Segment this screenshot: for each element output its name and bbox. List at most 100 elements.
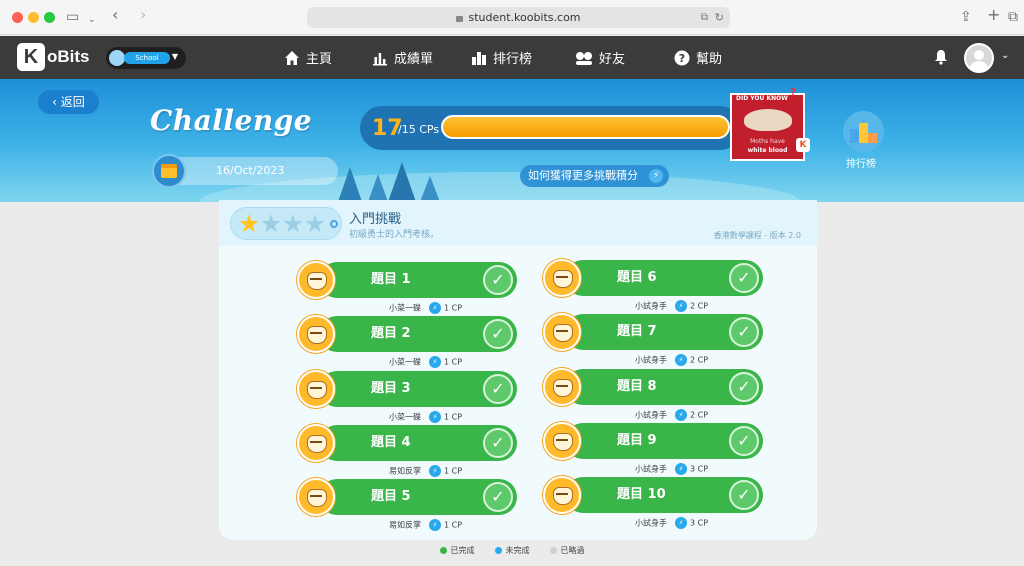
checkmark-icon: ✓ — [483, 428, 513, 458]
sidebar-toggle-icon[interactable]: ▭ — [66, 8, 79, 26]
forward-nav-icon[interactable]: › — [140, 6, 146, 24]
question-button[interactable]: 題目 9 ✓ — [565, 423, 763, 459]
nav-help[interactable]: ? 幫助 — [674, 48, 722, 67]
question-item[interactable]: 題目 8 ✓ 小試身手 ⚡ 2 CP — [543, 366, 763, 422]
level-title: 入門挑戰 — [349, 212, 402, 227]
question-button[interactable]: 題目 6 ✓ — [565, 260, 763, 296]
curriculum-version: 香港數學課程 - 版本 2.0 — [713, 231, 801, 240]
minimize-window-button[interactable] — [28, 12, 39, 23]
back-button[interactable]: ‹ 返回 — [38, 90, 99, 114]
question-item[interactable]: 題目 2 ✓ 小菜一碟 ⚡ 1 CP — [297, 313, 517, 369]
checkmark-icon: ✓ — [729, 372, 759, 402]
question-button[interactable]: 題目 10 ✓ — [565, 477, 763, 513]
zoom-window-button[interactable] — [44, 12, 55, 23]
leaderboard-label[interactable]: 排行榜 — [846, 155, 876, 170]
question-button[interactable]: 題目 1 ✓ — [319, 262, 517, 298]
cp-value: 1 CP — [444, 412, 463, 422]
card-line-2: white blood — [747, 147, 788, 154]
new-tab-icon[interactable]: + — [987, 6, 1000, 24]
cp-value: 2 CP — [690, 301, 709, 311]
question-button[interactable]: 題目 3 ✓ — [319, 371, 517, 407]
question-label: 題目 6 — [617, 270, 657, 285]
nav-leaderboard[interactable]: 排行榜 — [471, 48, 532, 67]
legend-dot — [549, 547, 557, 554]
cat-avatar-icon — [297, 424, 335, 462]
difficulty-label: 小試身手 — [635, 301, 667, 311]
cp-value: 1 CP — [444, 520, 463, 530]
how-to-earn-label: 如何獲得更多挑戰積分 — [528, 169, 638, 182]
question-item[interactable]: 題目 7 ✓ 小試身手 ⚡ 2 CP — [543, 311, 763, 367]
question-label: 題目 2 — [371, 326, 411, 341]
star-icon — [305, 214, 325, 233]
difficulty-label: 易如反掌 — [389, 466, 421, 476]
question-item[interactable]: 題目 9 ✓ 小試身手 ⚡ 3 CP — [543, 420, 763, 476]
status-legend: 已完成 未完成 已略過 — [0, 545, 1024, 556]
nav-help-label: 幫助 — [696, 52, 723, 67]
back-nav-icon[interactable]: ‹ — [112, 6, 118, 24]
nav-report-label: 成績單 — [394, 52, 434, 67]
cp-total: /15 CPs — [398, 123, 440, 136]
level-subtitle: 初級勇士的入門考核。 — [349, 230, 440, 240]
share-icon[interactable]: ⇪ — [960, 8, 972, 26]
leaderboard-icon — [472, 51, 486, 65]
chevron-down-icon[interactable]: ⌄ — [88, 11, 96, 29]
calendar-icon — [152, 154, 186, 188]
difficulty-label: 小試身手 — [635, 464, 667, 474]
bell-icon[interactable] — [934, 49, 948, 65]
checkmark-icon: ✓ — [483, 319, 513, 349]
reload-icon[interactable]: ↻ — [715, 7, 724, 28]
home-icon — [285, 50, 299, 65]
question-meta: 小菜一碟 ⚡ 1 CP — [389, 356, 462, 368]
question-button[interactable]: 題目 2 ✓ — [319, 316, 517, 352]
difficulty-label: 小試身手 — [635, 518, 667, 528]
cp-progress-bar — [441, 115, 730, 139]
question-item[interactable]: 題目 1 ✓ 小菜一碟 ⚡ 1 CP — [297, 259, 517, 315]
question-label: 題目 7 — [617, 324, 657, 339]
cp-value: 2 CP — [690, 355, 709, 365]
question-mark-icon: ? — [790, 86, 797, 99]
nav-friends[interactable]: 好友 — [575, 48, 625, 67]
star-icon — [283, 214, 303, 233]
question-button[interactable]: 題目 5 ✓ — [319, 479, 517, 515]
star-icon — [261, 214, 281, 233]
avatar[interactable] — [964, 43, 994, 73]
lightning-icon: ⚡ — [429, 519, 441, 531]
address-bar[interactable]: student.koobits.com ⧉ ↻ — [307, 7, 730, 28]
question-button[interactable]: 題目 8 ✓ — [565, 369, 763, 405]
school-switcher[interactable]: School ▼ — [106, 47, 186, 69]
translate-icon[interactable]: ⧉ — [701, 7, 708, 28]
question-label: 題目 1 — [371, 272, 411, 287]
cat-avatar-icon — [543, 368, 581, 406]
nav-leaderboard-label: 排行榜 — [493, 52, 533, 67]
tab-overview-icon[interactable]: ⧉ — [1008, 8, 1018, 26]
cp-value: 3 CP — [690, 464, 709, 474]
did-you-know-card[interactable]: DID YOU KNOW Moths have white blood — [730, 93, 805, 161]
card-line-1: Moths have — [750, 138, 785, 145]
question-item[interactable]: 題目 5 ✓ 易如反掌 ⚡ 1 CP — [297, 476, 517, 532]
difficulty-label: 小菜一碟 — [389, 412, 421, 422]
how-to-earn-button[interactable]: 如何獲得更多挑戰積分 ⚡ — [520, 165, 669, 187]
browser-toolbar: ▭ ⌄ ‹ › student.koobits.com ⧉ ↻ ⇪ + ⧉ — [0, 0, 1024, 35]
nav-report[interactable]: 成績單 — [372, 48, 433, 67]
question-item[interactable]: 題目 10 ✓ 小試身手 ⚡ 3 CP — [543, 474, 763, 530]
chevron-down-icon[interactable]: ⌄ — [1001, 50, 1009, 61]
question-button[interactable]: 題目 7 ✓ — [565, 314, 763, 350]
bar-chart-icon — [373, 52, 387, 65]
panel-header: 入門挑戰 初級勇士的入門考核。 香港數學課程 - 版本 2.0 — [219, 200, 817, 246]
question-item[interactable]: 題目 4 ✓ 易如反掌 ⚡ 1 CP — [297, 422, 517, 478]
school-label: School — [124, 52, 170, 64]
leaderboard-button[interactable] — [843, 111, 884, 152]
app-navbar: K oBits School ▼ 主頁 成績單 排行榜 好友 ? 幫助 ⌄ — [0, 36, 1024, 79]
close-window-button[interactable] — [12, 12, 23, 23]
question-meta: 易如反掌 ⚡ 1 CP — [389, 519, 462, 531]
challenge-title: Challenge — [150, 104, 313, 137]
cat-avatar-icon — [543, 313, 581, 351]
cp-value: 3 CP — [690, 518, 709, 528]
question-button[interactable]: 題目 4 ✓ — [319, 425, 517, 461]
challenge-panel: 入門挑戰 初級勇士的入門考核。 香港數學課程 - 版本 2.0 題目 1 ✓ 小菜一… — [219, 200, 817, 540]
nav-home[interactable]: 主頁 — [284, 48, 332, 67]
koobits-logo[interactable]: K oBits — [17, 42, 90, 72]
question-item[interactable]: 題目 6 ✓ 小試身手 ⚡ 2 CP — [543, 257, 763, 313]
logo-mark: K — [17, 43, 45, 71]
question-item[interactable]: 題目 3 ✓ 小菜一碟 ⚡ 1 CP — [297, 368, 517, 424]
